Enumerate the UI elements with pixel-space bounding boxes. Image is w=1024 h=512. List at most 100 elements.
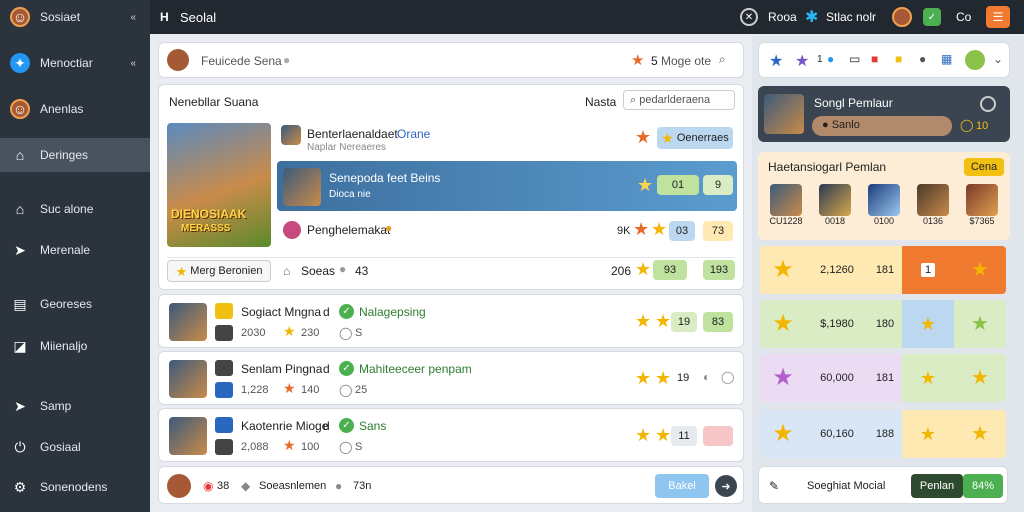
star-icon[interactable]: ★ <box>795 51 809 71</box>
game-row[interactable]: Kaotenrie Mioge d ✓ Sans 2,088 ★ 100 ◯ S… <box>158 408 744 462</box>
profile-name: Songl Pemlaur <box>814 96 893 110</box>
leaderboard-row[interactable]: ★ 60,000 181 ★ ★ <box>760 354 1006 402</box>
avatar-icon: ☺ <box>10 7 30 27</box>
profile-card[interactable]: Songl Pemlaur ● Sanlo ◯ 10 <box>758 86 1010 142</box>
row-tag: Nalagepsing <box>359 305 426 319</box>
sidebar-item-label: Sosiaet <box>40 10 81 24</box>
leaderboard-row[interactable]: ★ 60,160 188 ★ ★ <box>760 410 1006 458</box>
star-icon: ★ <box>635 425 652 445</box>
check-icon: ✓ <box>339 361 354 376</box>
value-pill: 193 <box>703 260 735 280</box>
star-icon: ★ <box>971 313 989 335</box>
sidebar-item-anenlas[interactable]: ☺ Anenlas <box>0 92 150 126</box>
chevron-icon: « <box>130 57 136 69</box>
compass-icon[interactable]: ✕ <box>740 8 758 26</box>
sidebar-item-georeses[interactable]: ▤ Georeses <box>0 287 150 321</box>
premium-avatar[interactable]: $7365 <box>960 184 1004 236</box>
value-pill: 11 <box>671 426 697 446</box>
star-icon: ★ <box>772 364 794 391</box>
search-icon[interactable]: ⌕ <box>719 52 726 67</box>
game-row[interactable]: Senlam Pingna d ✓ Mahiteeceer penpam 1,2… <box>158 351 744 405</box>
row-badge: 1 <box>902 246 954 294</box>
red-badge-icon[interactable]: ■ <box>871 52 878 66</box>
list-item-selected[interactable]: Senepoda feet Beins Dioca nie ★ 01 9 <box>277 161 737 211</box>
bakel-button[interactable]: Bakel <box>655 474 709 498</box>
sidebar-item-label: Georeses <box>40 297 93 311</box>
sidebar-item-samp[interactable]: ➤ Samp <box>0 389 150 423</box>
puzzle-icon[interactable]: ✱ <box>805 7 818 27</box>
tag-icon: ◆ <box>241 479 251 493</box>
refresh-icon[interactable] <box>980 96 996 112</box>
value-pill <box>703 426 733 446</box>
sidebar-item-menoctiar[interactable]: ✦ Menoctiar « <box>0 46 150 80</box>
menu-icon[interactable]: ☰ <box>986 6 1010 28</box>
panel-tab[interactable]: Nasta <box>585 95 616 109</box>
list-item[interactable]: Penghelemakat ● 9K ★ ★ 03 73 <box>279 217 735 245</box>
tag-icon <box>215 325 233 341</box>
more-icon[interactable]: ◯ <box>721 370 734 384</box>
merge-button[interactable]: ★ Merg Beronien <box>167 260 271 282</box>
premium-cta-pct: 84% <box>963 474 1003 498</box>
leaderboard-row[interactable]: ★ $,1980 180 ★ ★ <box>760 300 1006 348</box>
premium-avatar[interactable]: 0100 <box>862 184 906 236</box>
panel-title: Nenebllar Suana <box>169 95 259 109</box>
avatar-icon <box>917 184 949 216</box>
premium-avatar[interactable]: 0136 <box>911 184 955 236</box>
clipboard-icon[interactable]: ▭ <box>849 52 860 66</box>
merge-button-label: Merg Beronien <box>190 265 263 277</box>
blue-circle-icon[interactable]: ● <box>827 52 834 66</box>
edit-icon[interactable]: ✎ <box>769 479 779 493</box>
tag-icon <box>215 382 233 398</box>
premium-cta-button[interactable]: Penlan <box>911 474 963 498</box>
star-icon: ★ <box>902 354 954 402</box>
badge-icon <box>215 303 233 319</box>
row-stat: 230 <box>301 327 320 339</box>
search-bar[interactable]: Feuicede Sena ● ★ 5 Moge ote ⌕ <box>158 42 744 78</box>
search-icon: ⌕ <box>630 94 640 106</box>
row-stat: S <box>355 441 363 453</box>
leaderboard-row[interactable]: ★ 2,1260 181 1 ★ <box>760 246 1006 294</box>
chevron-down-icon[interactable]: ⌄ <box>993 52 1003 66</box>
game-thumbnail <box>169 303 207 341</box>
premium-avatar[interactable]: 0018 <box>813 184 857 236</box>
game-row[interactable]: Sogiact Mngna d ✓ Nalagepsing 2030 ★ 230… <box>158 294 744 348</box>
footer-count: 43 <box>355 264 369 278</box>
sidebar-item-sosiaet[interactable]: ☺ Sosiaet « <box>0 0 150 34</box>
sidebar-item-deringes[interactable]: ⌂ Deringes <box>0 138 150 172</box>
sidebar-item-gosiaal[interactable]: ⏻ Gosiaal <box>0 430 150 464</box>
avatar-icon[interactable] <box>892 7 912 27</box>
star-icon: ★ <box>772 310 794 337</box>
value-pill: 83 <box>703 312 733 332</box>
premium-button[interactable]: Cena <box>964 158 1004 176</box>
layers-icon[interactable]: ▦ <box>941 52 952 66</box>
yellow-badge-icon[interactable]: ■ <box>895 52 902 66</box>
badge-icon[interactable]: ✓ <box>923 8 941 26</box>
item-pill[interactable]: ★ Oenerraes <box>657 127 733 149</box>
star-icon: ★ <box>902 410 954 458</box>
sidebar-item-sucalone[interactable]: ⌂ Suc alone <box>0 192 150 226</box>
row-stat: 25 <box>355 384 368 396</box>
sidebar-item-miienaljo[interactable]: ◪ Miienaljo <box>0 329 150 363</box>
row-stat: 100 <box>301 441 320 453</box>
bottom-count: 38 <box>217 480 230 492</box>
link-icon[interactable]: ● <box>919 52 926 66</box>
share-icon[interactable]: ◐ <box>703 370 710 384</box>
green-avatar-icon[interactable] <box>965 50 985 70</box>
list-item[interactable]: Benterlaenaldaet Orane Naplar Nereaeres … <box>279 123 735 159</box>
star-icon[interactable]: ★ <box>769 51 783 71</box>
next-arrow-icon[interactable]: ➜ <box>715 475 737 497</box>
footer-score: 206 <box>611 264 632 278</box>
avatar-value: 0136 <box>922 216 944 226</box>
stats-label: Stlac nolr <box>826 10 877 24</box>
sidebar-item-sonenodens[interactable]: ⚙ Sonenodens <box>0 470 150 504</box>
panel-search[interactable]: ⌕ pedarlderaena <box>623 90 735 110</box>
game-logo-sub: MERASSS <box>181 223 231 234</box>
item-pill-label: Oenerraes <box>676 132 729 144</box>
featured-game-image[interactable]: DIENOSIAAK MERASSS <box>167 123 271 247</box>
row-stat: S <box>355 327 363 339</box>
premium-card: Haetansiogarl Pemlan Cena CU1228 0018 01… <box>758 152 1010 240</box>
sidebar-item-merenale[interactable]: ➤ Merenale <box>0 233 150 267</box>
search-input[interactable]: Feuicede Sena <box>201 54 282 68</box>
avatar-value: CU1228 <box>769 216 803 226</box>
premium-avatar[interactable]: CU1228 <box>764 184 808 236</box>
